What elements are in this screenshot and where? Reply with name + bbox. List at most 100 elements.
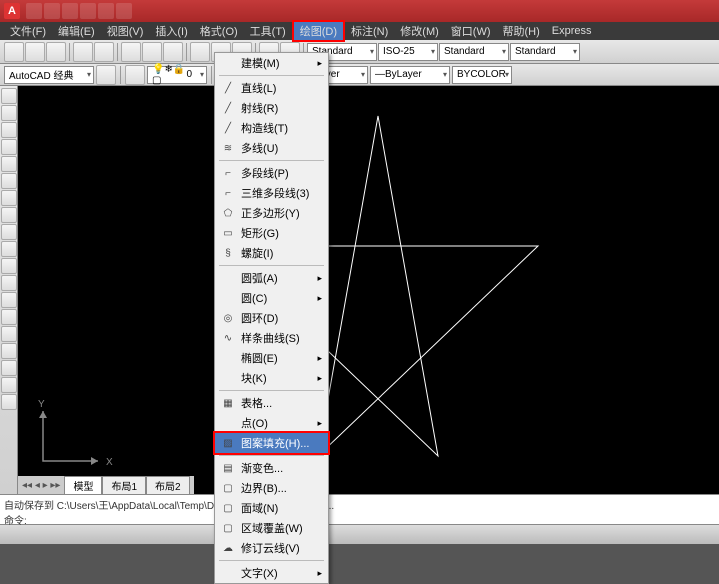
menu-item-e[interactable]: 椭圆(E) [215, 348, 328, 368]
menu-express[interactable]: Express [546, 24, 598, 38]
cut-icon[interactable] [121, 42, 141, 62]
menu-item-v[interactable]: ☁修订云线(V) [215, 538, 328, 558]
menu-draw[interactable]: 绘图(D) [292, 20, 345, 42]
plotstyle-combo[interactable]: BYCOLOR [452, 66, 512, 84]
region-icon[interactable] [1, 360, 17, 376]
qat-save-icon[interactable] [62, 3, 78, 19]
mleader-style-combo[interactable]: Standard [510, 43, 580, 61]
menu-item-icon: ⬠ [219, 205, 237, 221]
table-style-combo[interactable]: Standard [439, 43, 509, 61]
menu-insert[interactable]: 插入(I) [149, 22, 193, 40]
menu-item-icon: ▢ [219, 520, 237, 536]
layer-combo[interactable]: 💡❄🔒▢ 0 [147, 66, 207, 84]
menu-item-b[interactable]: ▢边界(B)... [215, 478, 328, 498]
menu-modify[interactable]: 修改(M) [394, 22, 445, 40]
qat-open-icon[interactable] [44, 3, 60, 19]
menu-format[interactable]: 格式(O) [194, 22, 244, 40]
tab-model[interactable]: 模型 [64, 476, 102, 494]
polygon-icon[interactable] [1, 139, 17, 155]
menu-item-label: 面域(N) [241, 500, 278, 516]
qat-print-icon[interactable] [116, 3, 132, 19]
line-icon[interactable] [1, 88, 17, 104]
menu-item-label: 椭圆(E) [241, 350, 278, 366]
new-icon[interactable] [4, 42, 24, 62]
revcloud-icon[interactable] [1, 207, 17, 223]
menu-item-y[interactable]: ⬠正多边形(Y) [215, 203, 328, 223]
make-block-icon[interactable] [1, 292, 17, 308]
menu-item-h[interactable]: ▨图案填充(H)... [215, 433, 328, 453]
model-space[interactable]: Y X ◂◂ ◂ ▸ ▸▸ 模型 布局1 布局2 [18, 86, 719, 494]
insert-block-icon[interactable] [1, 275, 17, 291]
menu-edit[interactable]: 编辑(E) [52, 22, 101, 40]
menu-item-label: 圆(C) [241, 290, 267, 306]
menu-item-label: 圆环(D) [241, 310, 278, 326]
layer-props-icon[interactable] [125, 65, 145, 85]
dim-style-combo[interactable]: ISO-25 [378, 43, 438, 61]
menu-item-icon [219, 290, 237, 306]
menu-item-[interactable]: ▦表格... [215, 393, 328, 413]
menu-help[interactable]: 帮助(H) [497, 22, 546, 40]
menu-dimension[interactable]: 标注(N) [345, 22, 394, 40]
menu-window[interactable]: 窗口(W) [445, 22, 497, 40]
menu-item-n[interactable]: ▢面域(N) [215, 498, 328, 518]
point-icon[interactable] [1, 309, 17, 325]
menu-item-k[interactable]: 块(K) [215, 368, 328, 388]
tab-layout1[interactable]: 布局1 [102, 476, 146, 494]
status-bar [0, 524, 719, 544]
paste-icon[interactable] [163, 42, 183, 62]
table-icon[interactable] [1, 377, 17, 393]
menu-item-a[interactable]: 圆弧(A) [215, 268, 328, 288]
menu-item-u[interactable]: ≋多线(U) [215, 138, 328, 158]
spline-icon[interactable] [1, 224, 17, 240]
table-style-value: Standard [444, 46, 485, 57]
menu-item-t[interactable]: ╱构造线(T) [215, 118, 328, 138]
separator [211, 66, 212, 84]
app-logo[interactable]: A [4, 3, 20, 19]
menu-item-p[interactable]: ⌐多段线(P) [215, 163, 328, 183]
menu-view[interactable]: 视图(V) [101, 22, 150, 40]
open-icon[interactable] [25, 42, 45, 62]
command-line[interactable]: 自动保存到 C:\Users\王\AppData\Local\Temp\Draw… [0, 494, 719, 524]
menu-item-3[interactable]: ⌐三维多段线(3) [215, 183, 328, 203]
preview-icon[interactable] [94, 42, 114, 62]
menu-item-i[interactable]: §螺旋(I) [215, 243, 328, 263]
ellipse-arc-icon[interactable] [1, 258, 17, 274]
menu-item-d[interactable]: ◎圆环(D) [215, 308, 328, 328]
menu-item-w[interactable]: ▢区域覆盖(W) [215, 518, 328, 538]
menu-item-m[interactable]: 建模(M) [215, 53, 328, 73]
menu-item-r[interactable]: ╱射线(R) [215, 98, 328, 118]
layer-value: 0 [186, 69, 192, 80]
qat-new-icon[interactable] [26, 3, 42, 19]
pline-icon[interactable] [1, 122, 17, 138]
plot-icon[interactable] [73, 42, 93, 62]
lineweight-combo[interactable]: — ByLayer [370, 66, 450, 84]
copy-icon[interactable] [142, 42, 162, 62]
menu-item-o[interactable]: 点(O) [215, 413, 328, 433]
menu-tools[interactable]: 工具(T) [244, 22, 292, 40]
menu-item-s[interactable]: ∿样条曲线(S) [215, 328, 328, 348]
qat-redo-icon[interactable] [98, 3, 114, 19]
tab-layout2[interactable]: 布局2 [146, 476, 190, 494]
qat-undo-icon[interactable] [80, 3, 96, 19]
menu-item-x[interactable]: 文字(X) [215, 563, 328, 583]
xline-icon[interactable] [1, 105, 17, 121]
workspace-combo[interactable]: AutoCAD 经典 [4, 66, 94, 84]
menu-item-label: 样条曲线(S) [241, 330, 300, 346]
match-props-icon[interactable] [190, 42, 210, 62]
rectangle-icon[interactable] [1, 156, 17, 172]
arc-icon[interactable] [1, 173, 17, 189]
ellipse-icon[interactable] [1, 241, 17, 257]
tab-nav-buttons[interactable]: ◂◂ ◂ ▸ ▸▸ [22, 480, 60, 491]
menu-item-icon [219, 415, 237, 431]
menu-item-[interactable]: ▤渐变色... [215, 458, 328, 478]
circle-icon[interactable] [1, 190, 17, 206]
menu-item-l[interactable]: ╱直线(L) [215, 78, 328, 98]
menu-file[interactable]: 文件(F) [4, 22, 52, 40]
hatch-icon[interactable] [1, 326, 17, 342]
workspace-settings-icon[interactable] [96, 65, 116, 85]
menu-item-c[interactable]: 圆(C) [215, 288, 328, 308]
save-icon[interactable] [46, 42, 66, 62]
mtext-icon[interactable] [1, 394, 17, 410]
menu-item-g[interactable]: ▭矩形(G) [215, 223, 328, 243]
gradient-icon[interactable] [1, 343, 17, 359]
